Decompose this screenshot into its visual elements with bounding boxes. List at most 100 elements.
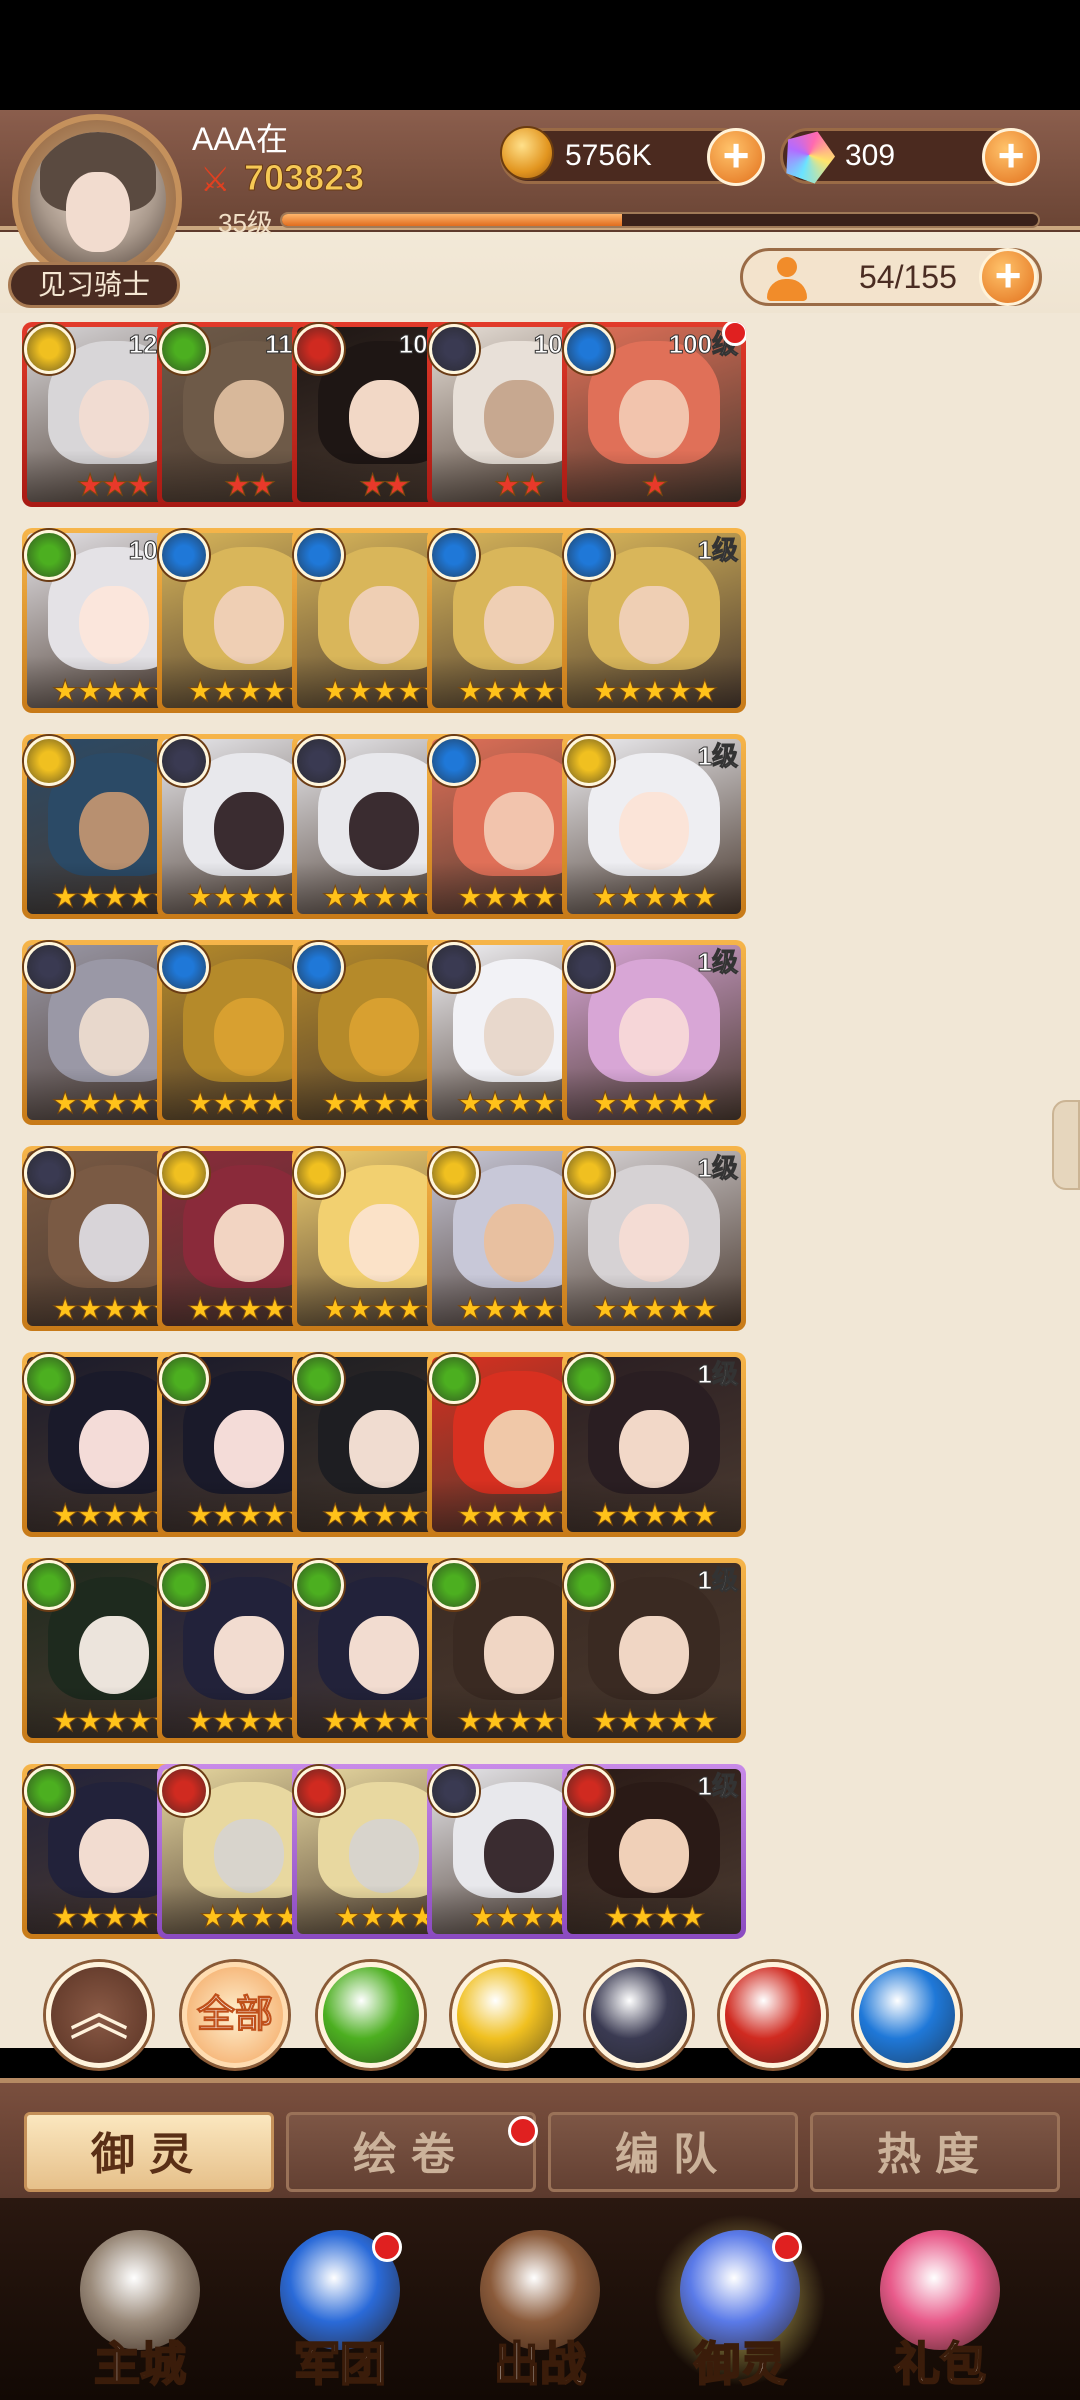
hero-face (79, 1203, 149, 1283)
collapse-filter-button[interactable]: ︽ (46, 1962, 152, 2068)
hero-stars: ★★★★★ (591, 1499, 718, 1532)
hero-card[interactable]: 1级 ★★★★ (562, 1764, 746, 1939)
hero-face (79, 379, 149, 459)
hero-face (214, 1615, 284, 1695)
nature-faction-icon (429, 1560, 479, 1610)
hero-face (214, 379, 284, 459)
hero-stars: ★★★★★ (591, 1087, 718, 1120)
dark-faction-icon (429, 324, 479, 374)
side-pull-tab[interactable] (1052, 1100, 1080, 1190)
hero-level: 1级 (697, 1565, 738, 1596)
hero-stars: ★★★★★ (591, 1293, 718, 1326)
filter-dark-button[interactable] (586, 1962, 692, 2068)
nav-label: 出战 (493, 2337, 587, 2391)
expand-roster-button[interactable]: + (979, 248, 1037, 306)
game-screen: 见习骑士 AAA在 ⚔ 703823 35级 5756K + 309 + 54/… (0, 0, 1080, 2400)
hero-card[interactable]: 1级 ★★★★★ (562, 1146, 746, 1331)
water-faction-icon (429, 530, 479, 580)
player-level: 35级 (218, 208, 273, 238)
nav-label: 礼包 (893, 2337, 987, 2391)
filter-fire-button[interactable] (720, 1962, 826, 2068)
nav-label: 军团 (293, 2337, 387, 2391)
hero-face (484, 1615, 554, 1695)
crossed-swords-icon: ⚔ (200, 161, 231, 199)
subtab-0[interactable]: 御灵 (24, 2112, 274, 2192)
xp-bar-fill (282, 214, 623, 226)
hero-face (349, 791, 419, 871)
hero-face (349, 585, 419, 665)
hero-face (214, 585, 284, 665)
xp-bar (280, 212, 1040, 228)
hero-face (619, 791, 689, 871)
sun-faction-icon (24, 736, 74, 786)
add-gold-button[interactable]: + (707, 128, 765, 186)
filter-sun-button[interactable] (452, 1962, 558, 2068)
water-faction-icon (294, 942, 344, 992)
hero-level: 1级 (697, 535, 738, 566)
sun-faction-icon (159, 1148, 209, 1198)
hero-card[interactable]: 1级 ★★★★★ (562, 734, 746, 919)
nav-main-city[interactable]: 主城 (50, 2220, 230, 2400)
nav-spirits[interactable]: 御灵 (650, 2214, 830, 2400)
sun-faction-icon (429, 1148, 479, 1198)
hero-face (619, 585, 689, 665)
fire-faction-icon (294, 1766, 344, 1816)
nature-faction-icon (24, 530, 74, 580)
hero-level: 1级 (697, 1771, 738, 1802)
hero-card[interactable]: 1级 ★★★★★ (562, 1558, 746, 1743)
hero-face (349, 379, 419, 459)
nature-faction-icon (159, 1560, 209, 1610)
add-gems-button[interactable]: + (982, 128, 1040, 186)
hero-face (214, 791, 284, 871)
hero-level: 1级 (697, 947, 738, 978)
nature-faction-icon (24, 1354, 74, 1404)
filter-water-button[interactable] (854, 1962, 960, 2068)
sun-faction-icon (564, 1148, 614, 1198)
sun-faction-icon (24, 324, 74, 374)
subtab-1[interactable]: 绘卷 (286, 2112, 536, 2192)
nav-gift-pack[interactable]: 礼包 (850, 2220, 1030, 2400)
nav-label: 主城 (93, 2337, 187, 2391)
hero-level: 1级 (697, 1359, 738, 1390)
nav-battle[interactable]: 出战 (450, 2220, 630, 2400)
dark-faction-icon (564, 942, 614, 992)
dark-faction-icon (24, 1148, 74, 1198)
hero-face (214, 997, 284, 1077)
subtab-2[interactable]: 编队 (548, 2112, 798, 2192)
hero-card[interactable]: 1级 ★★★★★ (562, 528, 746, 713)
hero-level: 1级 (697, 1153, 738, 1184)
nature-faction-icon (24, 1766, 74, 1816)
nav-badge (772, 2232, 802, 2262)
hero-card[interactable]: 1级 ★★★★★ (562, 1352, 746, 1537)
combat-power: 703823 (243, 157, 365, 199)
fire-faction-icon (294, 324, 344, 374)
water-faction-icon (159, 942, 209, 992)
hero-face (484, 1203, 554, 1283)
hero-face (484, 1409, 554, 1489)
hero-card[interactable]: 100级 ★ (562, 322, 746, 507)
water-faction-icon (429, 736, 479, 786)
hero-face (619, 1409, 689, 1489)
nature-faction-icon (159, 1354, 209, 1404)
sun-faction-icon (294, 1148, 344, 1198)
hero-card[interactable]: 1级 ★★★★★ (562, 940, 746, 1125)
hero-level: 1级 (697, 741, 738, 772)
water-faction-icon (294, 530, 344, 580)
nature-faction-icon (159, 324, 209, 374)
gem-value: 309 (845, 139, 896, 172)
filter-nature-button[interactable] (318, 1962, 424, 2068)
hero-face (79, 791, 149, 871)
hero-face (79, 585, 149, 665)
nav-legion[interactable]: 军团 (250, 2220, 430, 2400)
filter-all-button[interactable]: 全部 (182, 1962, 288, 2068)
hero-face (619, 997, 689, 1077)
hero-face (484, 791, 554, 871)
hero-stars: ★★★★ (604, 1901, 707, 1934)
hero-face (79, 1409, 149, 1489)
fire-faction-icon (564, 1766, 614, 1816)
subtab-3[interactable]: 热度 (810, 2112, 1060, 2192)
avatar[interactable] (30, 132, 166, 268)
hero-face (484, 585, 554, 665)
nature-faction-icon (294, 1560, 344, 1610)
dark-faction-icon (24, 942, 74, 992)
